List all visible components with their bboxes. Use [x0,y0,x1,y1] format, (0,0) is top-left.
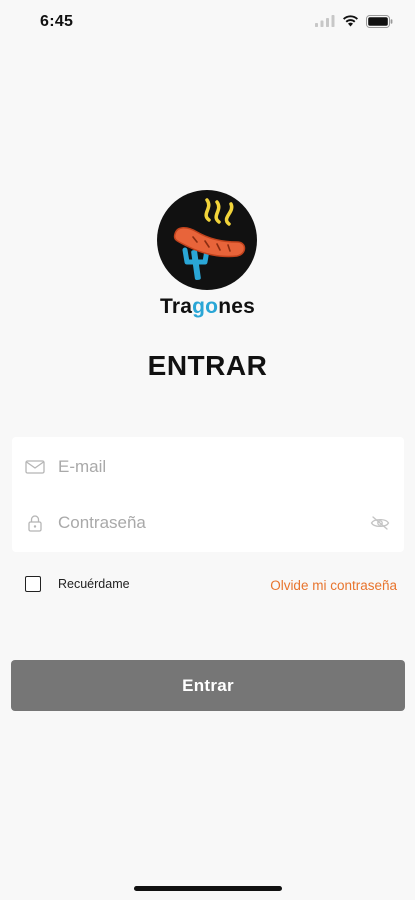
signal-icon [315,15,335,27]
password-field-row [12,495,404,551]
forgot-password-link[interactable]: Olvide mi contraseña [270,578,397,593]
lock-icon [28,515,42,532]
email-field-row [12,439,404,495]
app-logo [157,190,257,290]
remember-me-toggle[interactable]: Recuérdame [25,576,130,592]
login-button[interactable]: Entrar [11,660,405,711]
battery-icon [366,14,393,28]
email-input[interactable] [58,447,358,487]
page-title: ENTRAR [147,350,268,381]
wifi-icon [343,15,358,27]
status-time: 6:45 [40,13,74,30]
password-input[interactable] [58,503,358,543]
home-indicator [134,886,282,891]
remember-me-label: Recuérdame [58,577,130,591]
login-form-card [12,437,404,552]
brand-name-part1: Tra [160,295,193,318]
status-icons [315,14,393,28]
status-bar: 6:45 [0,0,415,44]
eye-off-icon[interactable] [370,516,390,530]
remember-me-checkbox[interactable] [25,576,41,592]
brand-name-part2: nes [218,295,255,318]
brand-name-accent: go [192,295,219,318]
sausage-logo-icon [157,190,257,290]
envelope-icon [25,460,45,474]
brand-name: Tragones [0,295,415,319]
